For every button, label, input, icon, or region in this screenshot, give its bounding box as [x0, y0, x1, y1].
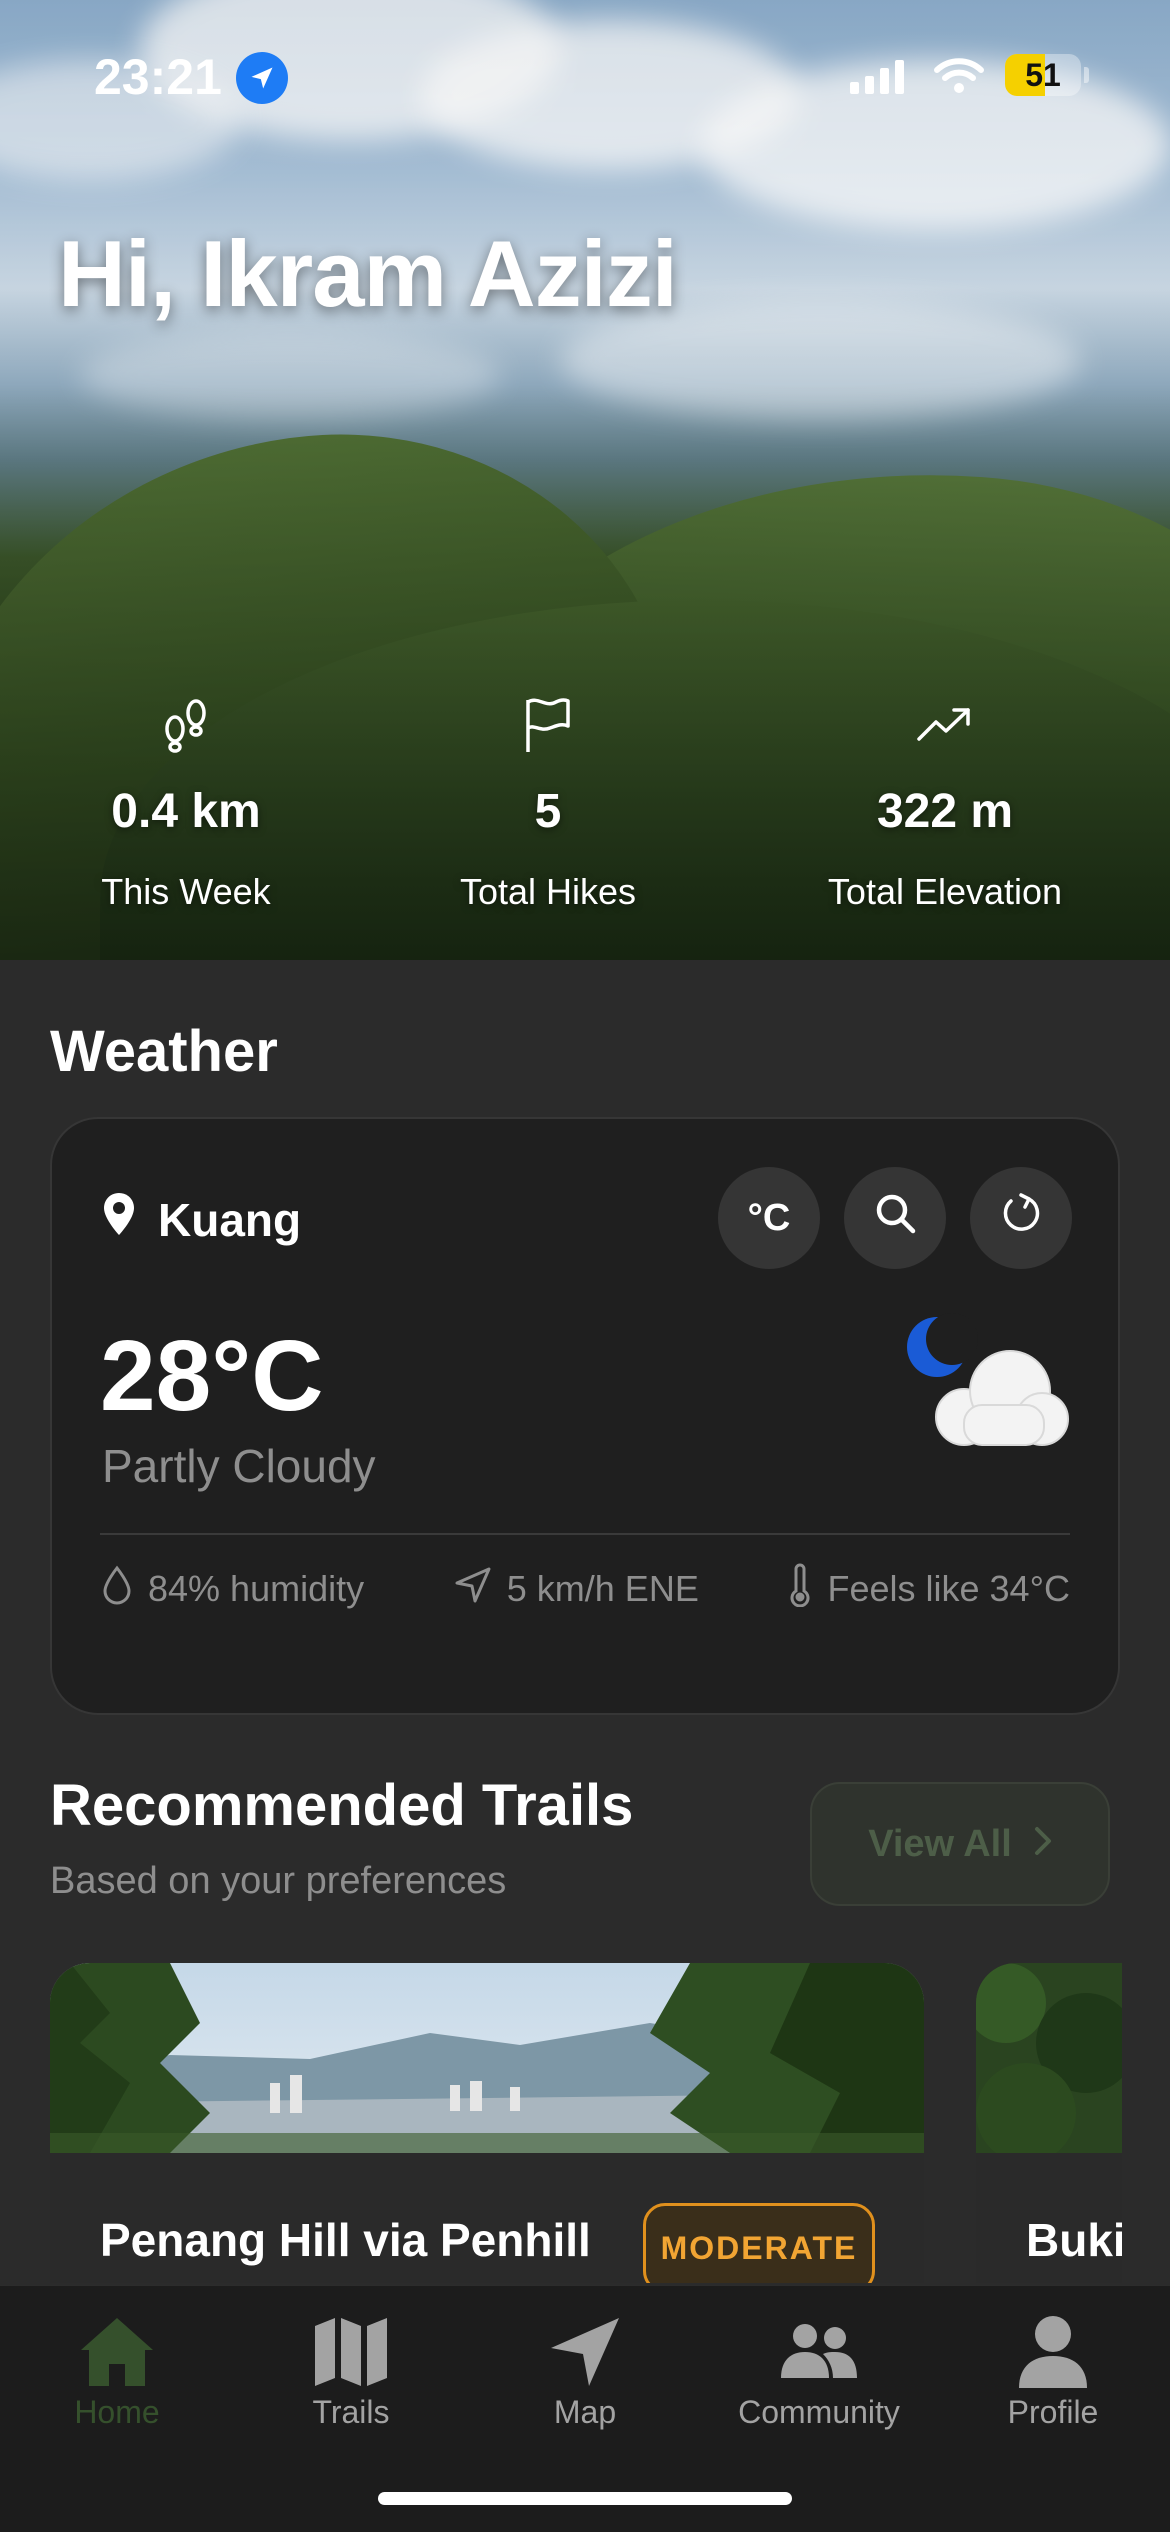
- wifi-icon: [934, 56, 984, 99]
- tab-label: Community: [738, 2394, 900, 2430]
- trail-name: Buki: [1026, 2214, 1122, 2266]
- map-pin-icon: [102, 1191, 136, 1248]
- stat-label: Total Hikes: [459, 871, 637, 912]
- footsteps-icon: [6, 690, 366, 760]
- stat-value: 5: [534, 785, 562, 838]
- tab-label: Home: [74, 2394, 160, 2430]
- stats-row: 0.4 km This Week 5 Total Hikes 322 m Tot…: [0, 690, 1170, 940]
- battery-percent: 51: [1025, 57, 1061, 93]
- chevron-right-icon: [1034, 1823, 1052, 1866]
- tab-home[interactable]: Home: [0, 2312, 234, 2431]
- humidity-text: 84% humidity: [148, 1568, 365, 1609]
- stat-total-hikes: 5 Total Hikes: [368, 690, 728, 913]
- greeting-title: Hi, Ikram Azizi: [58, 221, 678, 326]
- hero-banner: 23:21 51 Hi, Ikram Azizi 0.4 km This Wee…: [0, 0, 1170, 960]
- trending-up-icon: [765, 690, 1125, 760]
- tab-profile[interactable]: Profile: [936, 2312, 1170, 2431]
- trail-photo: [976, 1963, 1122, 2153]
- trail-photo: [50, 1963, 924, 2153]
- weather-location-name: Kuang: [158, 1193, 302, 1246]
- wind-text: 5 km/h ENE: [506, 1568, 699, 1609]
- weather-section-title: Weather: [50, 1019, 278, 1084]
- droplet-icon: [100, 1565, 134, 1614]
- flag-icon: [368, 690, 728, 760]
- tab-label: Profile: [1007, 2394, 1099, 2430]
- map-icon: [234, 2312, 468, 2392]
- weather-temperature: 28°C: [100, 1320, 324, 1432]
- stat-total-elevation: 322 m Total Elevation: [765, 690, 1125, 913]
- humidity-metric: 84% humidity: [100, 1565, 364, 1614]
- navigation-icon: [468, 2312, 702, 2392]
- cellular-signal-icon: [850, 58, 904, 94]
- tab-community[interactable]: Community: [702, 2312, 936, 2431]
- weather-divider: [100, 1533, 1070, 1535]
- trail-card[interactable]: Buki: [976, 1963, 1122, 2283]
- temperature-unit-button[interactable]: °C: [718, 1167, 820, 1269]
- weather-metrics: 84% humidity 5 km/h ENE Feels like 34°C: [100, 1559, 1070, 1619]
- trail-card[interactable]: Penang Hill via Penhill MODERATE: [50, 1963, 924, 2283]
- stat-value: 322 m: [876, 785, 1014, 838]
- status-bar: 23:21 51: [0, 0, 1170, 150]
- person-icon: [936, 2312, 1170, 2392]
- status-time: 23:21: [94, 49, 222, 105]
- view-all-button[interactable]: View All: [810, 1782, 1110, 1906]
- refresh-icon: [999, 1191, 1043, 1245]
- search-icon: [873, 1191, 917, 1245]
- battery-indicator: 51: [1005, 54, 1081, 96]
- difficulty-badge: MODERATE: [643, 2203, 875, 2283]
- stat-label: Total Elevation: [827, 871, 1063, 912]
- trails-subtitle: Based on your preferences: [50, 1860, 507, 1902]
- tab-label: Trails: [312, 2394, 390, 2430]
- weather-location: Kuang: [102, 1191, 301, 1248]
- location-services-icon: [236, 52, 288, 104]
- wind-metric: 5 km/h ENE: [453, 1565, 699, 1614]
- refresh-weather-button[interactable]: [970, 1167, 1072, 1269]
- trails-section-title: Recommended Trails: [50, 1773, 634, 1838]
- search-location-button[interactable]: [844, 1167, 946, 1269]
- feels-like-text: Feels like 34°C: [827, 1568, 1070, 1609]
- stat-label: This Week: [101, 871, 271, 912]
- stat-this-week: 0.4 km This Week: [6, 690, 366, 913]
- thermometer-icon: [787, 1563, 813, 1616]
- stat-value: 0.4 km: [111, 785, 261, 838]
- tab-label: Map: [553, 2394, 617, 2430]
- weather-condition: Partly Cloudy: [102, 1440, 376, 1492]
- partly-cloudy-night-icon: [892, 1309, 1072, 1459]
- people-icon: [702, 2312, 936, 2392]
- feels-like-metric: Feels like 34°C: [787, 1563, 1070, 1616]
- home-indicator[interactable]: [378, 2492, 792, 2505]
- trail-name: Penang Hill via Penhill: [100, 2214, 591, 2266]
- home-icon: [0, 2312, 234, 2392]
- tab-trails[interactable]: Trails: [234, 2312, 468, 2431]
- tab-map[interactable]: Map: [468, 2312, 702, 2431]
- weather-card: Kuang °C 28°C Partly Cloudy 84% humidity…: [50, 1117, 1120, 1715]
- navigation-arrow-icon: [453, 1565, 493, 1614]
- view-all-label: View All: [868, 1822, 1012, 1865]
